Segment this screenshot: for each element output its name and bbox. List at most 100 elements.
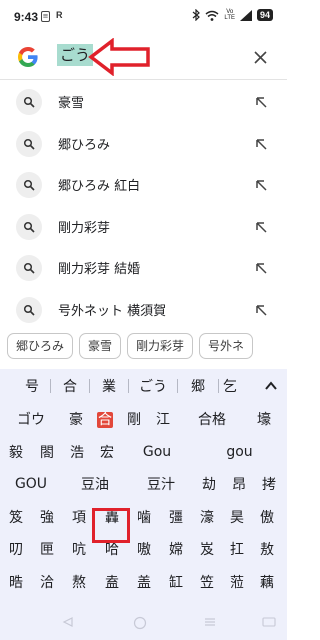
search-icon <box>16 130 42 157</box>
candidate[interactable]: 浩 <box>62 442 92 462</box>
candidate[interactable]: 扛 <box>222 539 252 559</box>
candidate[interactable]: 蒞 <box>222 572 252 592</box>
candidate[interactable]: 嗷 <box>128 539 160 559</box>
suggestion-item[interactable]: 豪雪 <box>0 81 287 123</box>
candidate[interactable]: 晧 <box>0 572 32 592</box>
candidate[interactable]: 昊 <box>222 507 252 527</box>
candidate-row: 晧 洽 熬 盍 盖 缸 笠 蒞 藕 <box>0 566 287 599</box>
candidate[interactable]: 敖 <box>252 539 282 559</box>
arrow-up-left-icon[interactable] <box>253 219 269 235</box>
candidate[interactable]: 洽 <box>32 572 62 592</box>
candidate[interactable]: 盍 <box>96 572 128 592</box>
candidate[interactable]: 熬 <box>62 572 96 592</box>
candidate[interactable]: 合 <box>51 376 89 396</box>
candidate[interactable]: 毅 <box>0 442 32 462</box>
candidate[interactable]: 項 <box>62 507 96 527</box>
battery-indicator: 94 <box>256 9 273 21</box>
chip[interactable]: 号外ネ <box>199 333 254 359</box>
candidate[interactable]: 嫦 <box>160 539 192 559</box>
arrow-up-left-icon[interactable] <box>253 94 269 110</box>
candidate[interactable]: 拷 <box>254 474 284 494</box>
candidate[interactable]: 閤 <box>32 442 62 462</box>
candidate[interactable]: 豪 <box>62 409 90 429</box>
candidate[interactable]: 乞 <box>219 376 241 396</box>
candidate[interactable]: ゴウ <box>0 409 62 429</box>
candidate[interactable]: ごう <box>129 376 177 396</box>
message-icon: ≡ <box>41 11 50 22</box>
candidate[interactable]: GOU <box>0 476 62 492</box>
status-bar: 9:43 ≡ R Vo LTE 94 <box>0 0 287 34</box>
keyboard-icon[interactable] <box>262 616 276 628</box>
candidate[interactable]: 濠 <box>192 507 222 527</box>
suggestion-item[interactable]: 郷ひろみ 紅白 <box>0 164 287 206</box>
status-icons: Vo LTE 94 <box>192 9 273 21</box>
red-highlight-box-annotation <box>92 508 130 543</box>
chip[interactable]: 剛力彩芽 <box>127 333 194 359</box>
candidate[interactable]: 豆油 <box>62 474 128 494</box>
candidate-row: 笈 強 項 轟 噛 彊 濠 昊 傲 <box>0 501 287 534</box>
volte-icon: Vo LTE <box>224 9 235 21</box>
clear-search-button[interactable] <box>247 44 273 70</box>
home-circle-icon[interactable] <box>133 616 147 630</box>
candidate[interactable]: 缸 <box>160 572 192 592</box>
chip[interactable]: 豪雪 <box>79 333 122 359</box>
chip[interactable]: 郷ひろみ <box>7 333 74 359</box>
candidate[interactable]: 彊 <box>160 507 192 527</box>
candidate[interactable]: 剛 <box>120 409 148 429</box>
search-icon <box>16 172 42 198</box>
candidate-row: GOU 豆油 豆汁 劫 昂 拷 <box>0 468 287 501</box>
back-triangle-icon[interactable] <box>62 616 74 628</box>
candidate[interactable]: 郷 <box>178 376 218 396</box>
navigation-bar <box>0 608 287 640</box>
candidate-grid: ゴウ 豪 合 剛 江 合格 壕 毅 閤 浩 宏 Gou gou GOU 豆油 豆… <box>0 403 287 598</box>
candidate[interactable]: 笠 <box>192 572 222 592</box>
suggestion-chips: 郷ひろみ 豪雪 剛力彩芽 号外ネ <box>0 333 287 365</box>
candidate[interactable]: 業 <box>90 376 128 396</box>
search-icon <box>16 255 42 281</box>
candidate[interactable]: 傲 <box>252 507 282 527</box>
candidate[interactable]: gou <box>192 444 287 460</box>
candidate[interactable]: 合格 <box>178 409 246 429</box>
candidate[interactable]: 藕 <box>252 572 282 592</box>
candidate[interactable]: 壕 <box>246 409 282 429</box>
arrow-up-left-icon[interactable] <box>253 136 269 152</box>
candidate[interactable]: Gou <box>122 444 192 460</box>
candidate[interactable]: 劫 <box>194 474 224 494</box>
bluetooth-icon <box>193 9 201 21</box>
candidate-row: 毅 閤 浩 宏 Gou gou <box>0 436 287 469</box>
candidate-row: ゴウ 豪 合 剛 江 合格 壕 <box>0 403 287 436</box>
wifi-icon <box>205 10 219 21</box>
google-logo-icon <box>18 47 38 67</box>
suggestion-item[interactable]: 剛力彩芽 <box>0 206 287 248</box>
candidate[interactable]: 昂 <box>224 474 254 494</box>
suggestion-item[interactable]: 郷ひろみ <box>0 123 287 165</box>
signal-icon <box>239 9 252 21</box>
arrow-up-left-icon[interactable] <box>253 302 269 318</box>
chevron-up-icon[interactable] <box>263 378 279 394</box>
suggestion-item[interactable]: 号外ネット 横須賀 <box>0 289 287 331</box>
candidate[interactable]: 豆汁 <box>128 474 194 494</box>
candidate[interactable]: 叨 <box>0 539 32 559</box>
arrow-up-left-icon[interactable] <box>253 177 269 193</box>
suggestion-item[interactable]: 剛力彩芽 結婚 <box>0 247 287 289</box>
candidate[interactable]: 匣 <box>32 539 62 559</box>
candidate[interactable]: 盖 <box>128 572 160 592</box>
candidate[interactable]: 噛 <box>128 507 160 527</box>
close-icon <box>253 50 267 64</box>
search-icon <box>16 213 42 240</box>
suggestion-text: 剛力彩芽 結婚 <box>58 262 141 278</box>
candidate[interactable]: 笈 <box>0 507 32 527</box>
candidate[interactable]: 岌 <box>192 539 222 559</box>
candidate[interactable]: 強 <box>32 507 62 527</box>
selected-candidate[interactable]: 合 <box>90 409 120 429</box>
search-bar[interactable]: ごう <box>0 34 287 80</box>
suggestion-text: 郷ひろみ <box>58 137 111 153</box>
candidate[interactable]: 宏 <box>92 442 122 462</box>
recents-menu-icon[interactable] <box>204 616 216 628</box>
suggestion-text: 剛力彩芽 <box>58 220 111 236</box>
arrow-up-left-icon[interactable] <box>253 260 269 276</box>
candidate[interactable]: 号 <box>14 376 50 396</box>
suggestion-text: 号外ネット 横須賀 <box>58 303 167 319</box>
candidate[interactable]: 吭 <box>62 539 96 559</box>
candidate[interactable]: 江 <box>148 409 178 429</box>
